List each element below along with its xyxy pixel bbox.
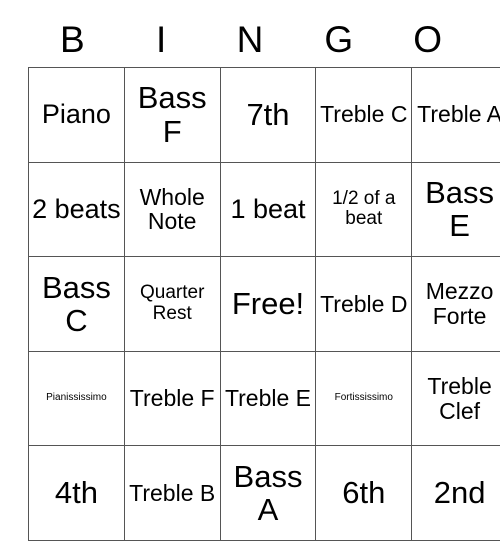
bingo-cell[interactable]: Mezzo Forte <box>411 256 500 352</box>
bingo-cell[interactable]: Pianississimo <box>28 350 125 447</box>
bingo-cell-label: Piano <box>41 99 111 130</box>
bingo-row: 4th Treble B Bass A 6th 2nd <box>28 445 500 541</box>
bingo-cell-label: Bass E <box>425 174 495 244</box>
bingo-cell[interactable]: Bass C <box>28 256 125 352</box>
bingo-cell-label: Whole Note <box>139 183 205 235</box>
bingo-cell-label: Treble Clef <box>427 372 492 424</box>
bingo-header-row: B I N G O <box>28 12 472 67</box>
bingo-cell-label: Quarter Rest <box>139 282 205 324</box>
header-letter-i: I <box>156 19 167 60</box>
bingo-cell[interactable]: Bass E <box>411 161 500 258</box>
header-letter-g: G <box>324 19 354 60</box>
bingo-cell-label: 1 beat <box>230 193 306 224</box>
bingo-cell[interactable]: 1 beat <box>219 161 317 258</box>
bingo-cell-label: 7th <box>246 97 290 133</box>
bingo-row: Piano Bass F 7th Treble C Treble A <box>28 67 500 163</box>
bingo-cell[interactable]: Quarter Rest <box>123 256 221 352</box>
header-letter-n: N <box>236 19 264 60</box>
bingo-cell-label: Fortississimo <box>334 392 393 404</box>
bingo-cell[interactable]: Treble D <box>315 256 413 352</box>
bingo-cell[interactable]: 4th <box>28 445 125 541</box>
bingo-cell[interactable]: Fortississimo <box>315 350 413 447</box>
bingo-cell-label: Treble E <box>224 385 312 412</box>
bingo-cell[interactable]: Whole Note <box>123 161 221 258</box>
bingo-cell[interactable]: 2nd <box>411 445 500 541</box>
bingo-cell[interactable]: Bass F <box>123 67 221 163</box>
bingo-cell[interactable]: Treble B <box>123 445 221 541</box>
bingo-cell[interactable]: Treble A <box>411 67 500 163</box>
bingo-cell[interactable]: Treble C <box>315 67 413 163</box>
bingo-grid: Piano Bass F 7th Treble C Treble A 2 bea… <box>28 67 500 541</box>
bingo-cell-label: 6th <box>342 475 386 511</box>
bingo-cell[interactable]: 6th <box>315 445 413 541</box>
bingo-cell[interactable]: Treble F <box>123 350 221 447</box>
bingo-cell[interactable]: Bass A <box>219 445 317 541</box>
bingo-cell-label: Bass A <box>233 458 303 528</box>
bingo-row: Pianississimo Treble F Treble E Fortissi… <box>28 350 500 447</box>
bingo-card: B I N G O Piano Bass F 7th Treble C Treb… <box>28 12 500 541</box>
bingo-cell-label: Treble D <box>320 290 408 317</box>
bingo-cell-label: 2 beats <box>32 193 121 224</box>
bingo-row: Bass C Quarter Rest Free! Treble D Mezzo… <box>28 256 500 352</box>
header-letter-b: B <box>60 19 85 60</box>
bingo-cell-label: Pianississimo <box>46 392 107 404</box>
header-letter-o: O <box>413 19 442 60</box>
bingo-cell-label: 2nd <box>433 475 486 511</box>
bingo-cell-label: Bass F <box>137 80 207 149</box>
bingo-cell-label: Treble A <box>417 101 500 128</box>
bingo-cell-label: Bass C <box>41 269 111 338</box>
bingo-free-space-label: Free! <box>231 286 305 322</box>
bingo-cell[interactable]: Piano <box>28 67 125 163</box>
bingo-cell[interactable]: Treble Clef <box>411 350 500 447</box>
bingo-cell[interactable]: 2 beats <box>28 161 125 258</box>
bingo-cell-label: Treble F <box>129 385 215 412</box>
bingo-cell-label: 1/2 of a beat <box>332 187 396 230</box>
bingo-row: 2 beats Whole Note 1 beat 1/2 of a beat … <box>28 161 500 258</box>
bingo-cell-label: Treble C <box>320 101 408 128</box>
bingo-cell-free[interactable]: Free! <box>219 256 317 352</box>
bingo-cell[interactable]: 7th <box>219 67 317 163</box>
bingo-cell-label: Mezzo Forte <box>425 278 494 329</box>
bingo-cell-label: 4th <box>54 475 98 511</box>
bingo-cell-label: Treble B <box>129 479 216 506</box>
bingo-cell[interactable]: Treble E <box>219 350 317 447</box>
bingo-cell[interactable]: 1/2 of a beat <box>315 161 413 258</box>
